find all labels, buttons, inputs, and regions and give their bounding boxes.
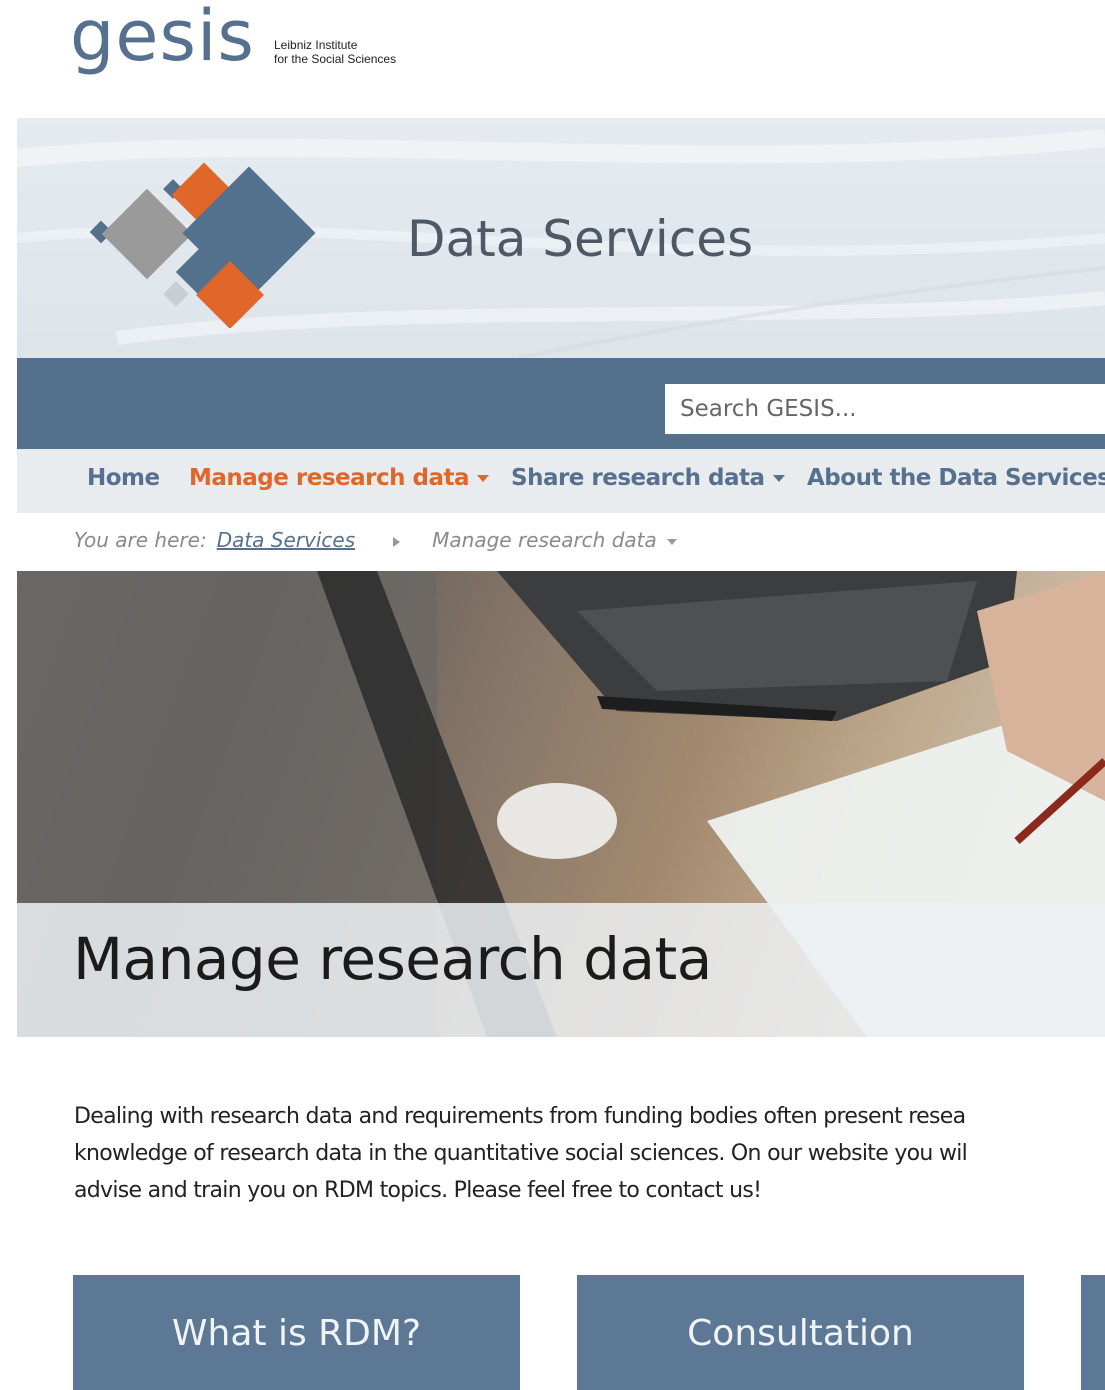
gesis-logo-subtitle: Leibniz Institute for the Social Science… <box>274 38 396 66</box>
logo-subtitle-line1: Leibniz Institute <box>274 38 358 52</box>
nav-item-label: Home <box>87 465 160 491</box>
intro-text: Dealing with research data and requireme… <box>74 1098 1105 1209</box>
card-partial[interactable] <box>1081 1275 1105 1390</box>
search-band <box>17 358 1105 449</box>
breadcrumb-link-data-services[interactable]: Data Services <box>217 528 355 552</box>
page-title: Manage research data <box>73 925 712 993</box>
logo-bar: gesis Leibniz Institute for the Social S… <box>0 0 1105 118</box>
nav-item-label: Share research data <box>511 465 765 491</box>
data-services-diamond-logo <box>89 162 316 328</box>
chevron-right-icon <box>393 536 401 547</box>
nav-item-label: About the Data Services <box>807 465 1105 491</box>
search-input[interactable] <box>665 384 1105 434</box>
chevron-down-icon[interactable] <box>666 538 677 545</box>
breadcrumb: You are here: Data Services Manage researc… <box>74 528 677 552</box>
card-label: What is RDM? <box>171 1313 422 1354</box>
nav-item-label: Manage research data <box>189 465 469 491</box>
nav-item-home[interactable]: Home <box>87 465 160 491</box>
intro-line: knowledge of research data in the quanti… <box>74 1141 968 1166</box>
nav-item-manage-research-data[interactable]: Manage research data <box>189 465 489 491</box>
hero-image: Manage research data <box>17 571 1105 1037</box>
card-what-is-rdm[interactable]: What is RDM? <box>73 1275 520 1390</box>
chevron-down-icon <box>476 475 489 482</box>
nav-item-share-research-data[interactable]: Share research data <box>511 465 785 491</box>
breadcrumb-current[interactable]: Manage research data <box>432 528 657 552</box>
header-banner: Data Services <box>17 118 1105 358</box>
intro-line: advise and train you on RDM topics. Plea… <box>74 1178 762 1203</box>
breadcrumb-prefix: You are here: <box>74 528 207 552</box>
main-nav: Home Manage research data Share research… <box>17 449 1105 513</box>
site-title[interactable]: Data Services <box>407 210 753 268</box>
nav-item-about-data-services[interactable]: About the Data Services <box>807 465 1105 491</box>
intro-line: Dealing with research data and requireme… <box>74 1104 966 1129</box>
card-consultation[interactable]: Consultation <box>577 1275 1024 1390</box>
gesis-logo-wordmark[interactable]: gesis <box>70 0 255 75</box>
chevron-down-icon <box>772 475 785 482</box>
logo-subtitle-line2: for the Social Sciences <box>274 52 397 66</box>
card-label: Consultation <box>687 1313 914 1354</box>
